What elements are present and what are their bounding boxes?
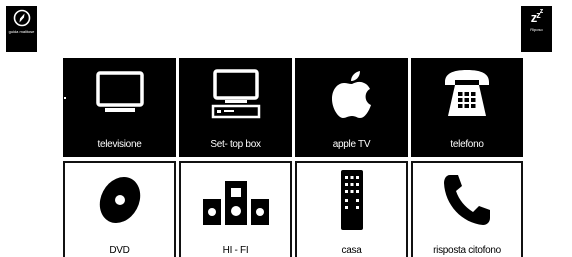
tile-hi-fi[interactable]: HI - FI [179, 161, 292, 257]
guide-button[interactable]: guida malitose [6, 6, 37, 52]
remote-control-icon [340, 170, 363, 230]
tile-label: risposta citofono [433, 245, 501, 256]
tile-casa[interactable]: casa [295, 161, 408, 257]
telephone-icon [445, 70, 489, 116]
television-icon [95, 71, 144, 112]
set-top-box-icon [211, 69, 260, 119]
sleep-button[interactable]: zzz Riposo [521, 6, 552, 52]
apple-icon [331, 71, 371, 118]
tile-dvd[interactable]: DVD [63, 161, 176, 257]
tile-label: telefono [450, 139, 484, 150]
dvd-disc-icon [99, 177, 140, 223]
tile-televisione[interactable]: televisione [63, 58, 176, 157]
sleep-label: Riposo [530, 27, 543, 32]
device-grid: televisione Set- top box apple TV telefo… [63, 58, 523, 257]
selection-marker [64, 97, 66, 99]
tile-label: casa [341, 245, 362, 256]
phone-handset-icon [444, 175, 490, 225]
tile-risposta-citofono[interactable]: risposta citofono [411, 161, 523, 257]
tile-label: televisione [97, 139, 142, 150]
tile-label: HI - FI [222, 245, 249, 256]
tile-set-top-box[interactable]: Set- top box [179, 58, 292, 157]
tile-apple-tv[interactable]: apple TV [295, 58, 408, 157]
sleep-zzz-icon: zzz [530, 8, 543, 25]
hifi-speakers-icon [202, 181, 269, 225]
tile-label: DVD [109, 245, 130, 256]
tile-label: Set- top box [210, 139, 261, 150]
compass-icon [13, 9, 30, 27]
tile-label: apple TV [332, 139, 371, 150]
tile-telefono[interactable]: telefono [411, 58, 523, 157]
guide-label: guida malitose [8, 29, 35, 34]
